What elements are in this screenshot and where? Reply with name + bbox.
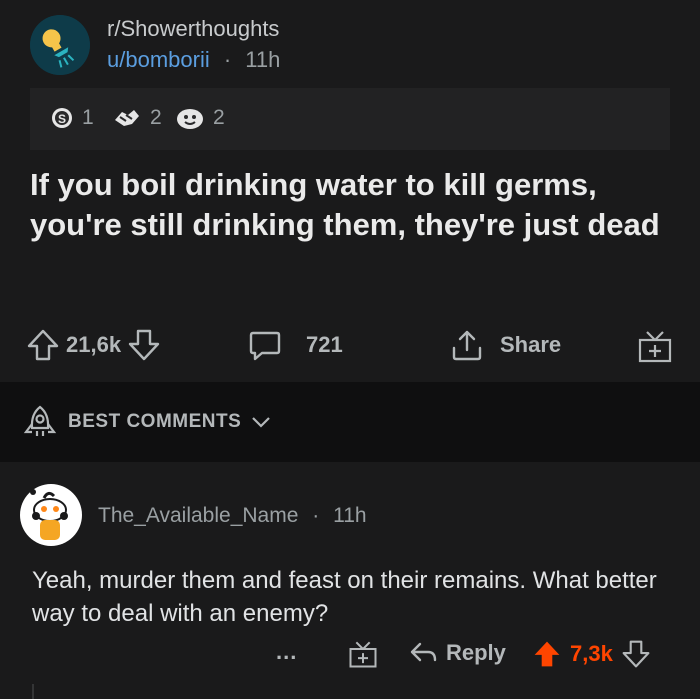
subreddit-name[interactable]: r/Showerthoughts bbox=[107, 16, 279, 42]
awards-bar[interactable]: S 1 2 2 bbox=[30, 88, 670, 150]
snoo-avatar-icon bbox=[20, 484, 82, 546]
award-silver[interactable]: S 1 bbox=[50, 106, 94, 130]
upvote-icon[interactable] bbox=[26, 328, 60, 362]
post-meta: u/bomborii · 11h bbox=[107, 47, 280, 73]
comment-meta: The_Available_Name · 11h bbox=[98, 504, 367, 528]
post-actions: 21,6k 721 Share bbox=[0, 320, 700, 370]
upvote-active-icon[interactable] bbox=[532, 639, 562, 669]
reply-button[interactable]: Reply bbox=[408, 639, 506, 667]
wholesome-award-icon bbox=[177, 109, 203, 129]
sort-label: BEST COMMENTS bbox=[68, 411, 242, 432]
comment: The_Available_Name · 11h Yeah, murder th… bbox=[0, 462, 700, 699]
comment-sort-dropdown[interactable]: BEST COMMENTS bbox=[22, 404, 271, 440]
avatar[interactable] bbox=[20, 484, 82, 546]
award-count: 1 bbox=[82, 106, 94, 129]
comment-bubble-icon bbox=[249, 331, 281, 361]
svg-text:S: S bbox=[58, 112, 66, 126]
post-author[interactable]: u/bomborii bbox=[107, 47, 210, 72]
gift-icon bbox=[638, 331, 672, 363]
comment-vote-count: 7,3k bbox=[570, 641, 613, 666]
comment-body: Yeah, murder them and feast on their rem… bbox=[32, 567, 657, 627]
meta-separator: · bbox=[223, 47, 232, 72]
comment-vote-group: 7,3k bbox=[532, 639, 651, 669]
downvote-icon[interactable] bbox=[127, 328, 161, 362]
post-vote-count: 21,6k bbox=[66, 332, 122, 357]
share-icon bbox=[452, 330, 482, 361]
post-title[interactable]: If you boil drinking water to kill germs… bbox=[30, 165, 670, 245]
post-age: 11h bbox=[245, 47, 281, 72]
silver-award-icon: S bbox=[52, 108, 72, 128]
comments-button[interactable]: 721 bbox=[248, 328, 343, 362]
thread-line bbox=[32, 684, 34, 699]
award-helpful[interactable]: 2 bbox=[112, 106, 162, 130]
share-button[interactable]: Share bbox=[450, 328, 561, 362]
reply-label: Reply bbox=[446, 640, 506, 665]
award-count: 2 bbox=[150, 106, 162, 129]
comment-give-award-button[interactable] bbox=[348, 639, 378, 669]
post-vote-group: 21,6k bbox=[26, 328, 161, 362]
comment-actions: ... Reply 7,3k bbox=[0, 637, 700, 677]
rocket-icon bbox=[23, 405, 57, 436]
meta-separator: · bbox=[312, 504, 320, 527]
share-label: Share bbox=[500, 332, 562, 357]
gift-icon bbox=[349, 641, 377, 668]
chevron-down-icon bbox=[252, 417, 271, 428]
award-count: 2 bbox=[213, 106, 225, 129]
comment-age: 11h bbox=[333, 504, 367, 527]
shower-bulb-icon bbox=[30, 15, 90, 75]
downvote-icon[interactable] bbox=[621, 639, 651, 669]
reply-arrow-icon bbox=[410, 642, 437, 662]
award-wholesome[interactable]: 2 bbox=[175, 106, 225, 130]
comments-count: 721 bbox=[306, 332, 343, 357]
more-options-button[interactable]: ... bbox=[276, 639, 297, 665]
comment-author[interactable]: The_Available_Name bbox=[98, 504, 298, 527]
subreddit-avatar[interactable] bbox=[30, 15, 90, 75]
post-card: r/Showerthoughts u/bomborii · 11h S 1 2 bbox=[0, 0, 700, 382]
give-award-button[interactable] bbox=[637, 328, 673, 364]
helpful-award-icon bbox=[115, 110, 139, 126]
